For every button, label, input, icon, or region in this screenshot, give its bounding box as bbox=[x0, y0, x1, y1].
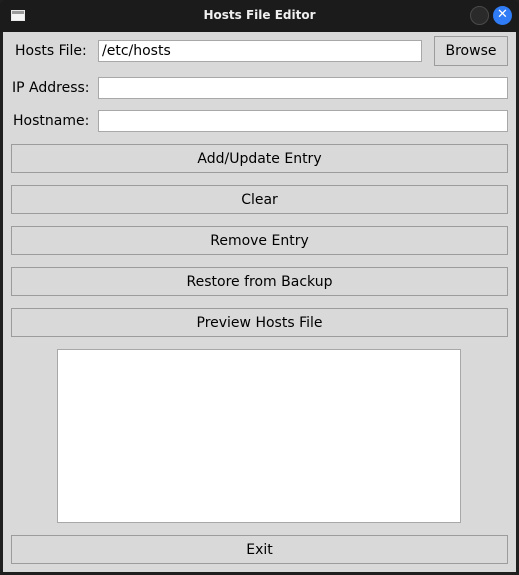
window-title: Hosts File Editor bbox=[203, 8, 316, 22]
ip-address-label: IP Address: bbox=[12, 80, 90, 96]
close-icon: ✕ bbox=[497, 7, 508, 22]
ip-address-input[interactable] bbox=[98, 77, 508, 99]
remove-entry-button[interactable]: Remove Entry bbox=[11, 226, 508, 255]
add-update-entry-button[interactable]: Add/Update Entry bbox=[11, 144, 508, 173]
hostname-input[interactable] bbox=[98, 110, 508, 132]
hosts-file-input[interactable] bbox=[98, 40, 422, 62]
preview-text-area[interactable] bbox=[57, 349, 461, 523]
app-window: Hosts File Editor ✕ Hosts File: Browse I… bbox=[0, 0, 519, 575]
browse-button[interactable]: Browse bbox=[434, 36, 508, 66]
clear-button[interactable]: Clear bbox=[11, 185, 508, 214]
hostname-label: Hostname: bbox=[13, 113, 90, 129]
restore-from-backup-button[interactable]: Restore from Backup bbox=[11, 267, 508, 296]
hosts-file-label: Hosts File: bbox=[15, 43, 87, 59]
preview-hosts-file-button[interactable]: Preview Hosts File bbox=[11, 308, 508, 337]
minimize-button[interactable] bbox=[470, 6, 489, 25]
close-button[interactable]: ✕ bbox=[493, 6, 512, 25]
main-panel: Hosts File: Browse IP Address: Hostname:… bbox=[3, 32, 516, 572]
exit-button[interactable]: Exit bbox=[11, 535, 508, 564]
title-bar[interactable]: Hosts File Editor ✕ bbox=[0, 0, 519, 32]
